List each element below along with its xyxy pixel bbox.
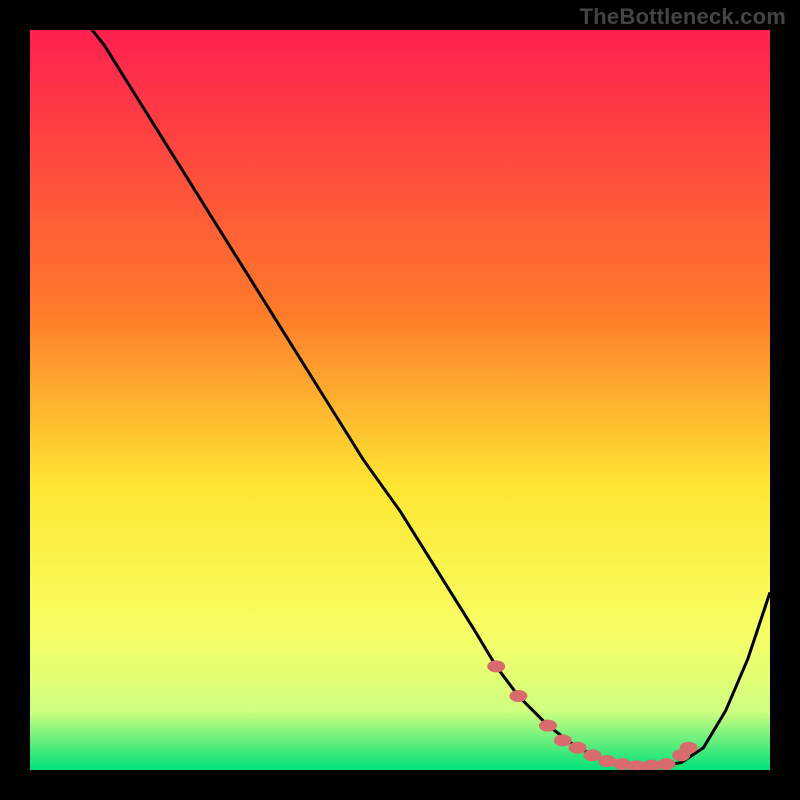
marker-dot [509,690,527,702]
gradient-background [30,30,770,770]
plot-svg [30,30,770,770]
marker-dot [680,742,698,754]
plot-area [30,30,770,770]
watermark-text: TheBottleneck.com [580,4,786,30]
marker-dot [487,660,505,672]
chart-frame: TheBottleneck.com [0,0,800,800]
marker-dot [569,742,587,754]
marker-dot [539,720,557,732]
marker-dot [657,758,675,770]
marker-dot [554,734,572,746]
